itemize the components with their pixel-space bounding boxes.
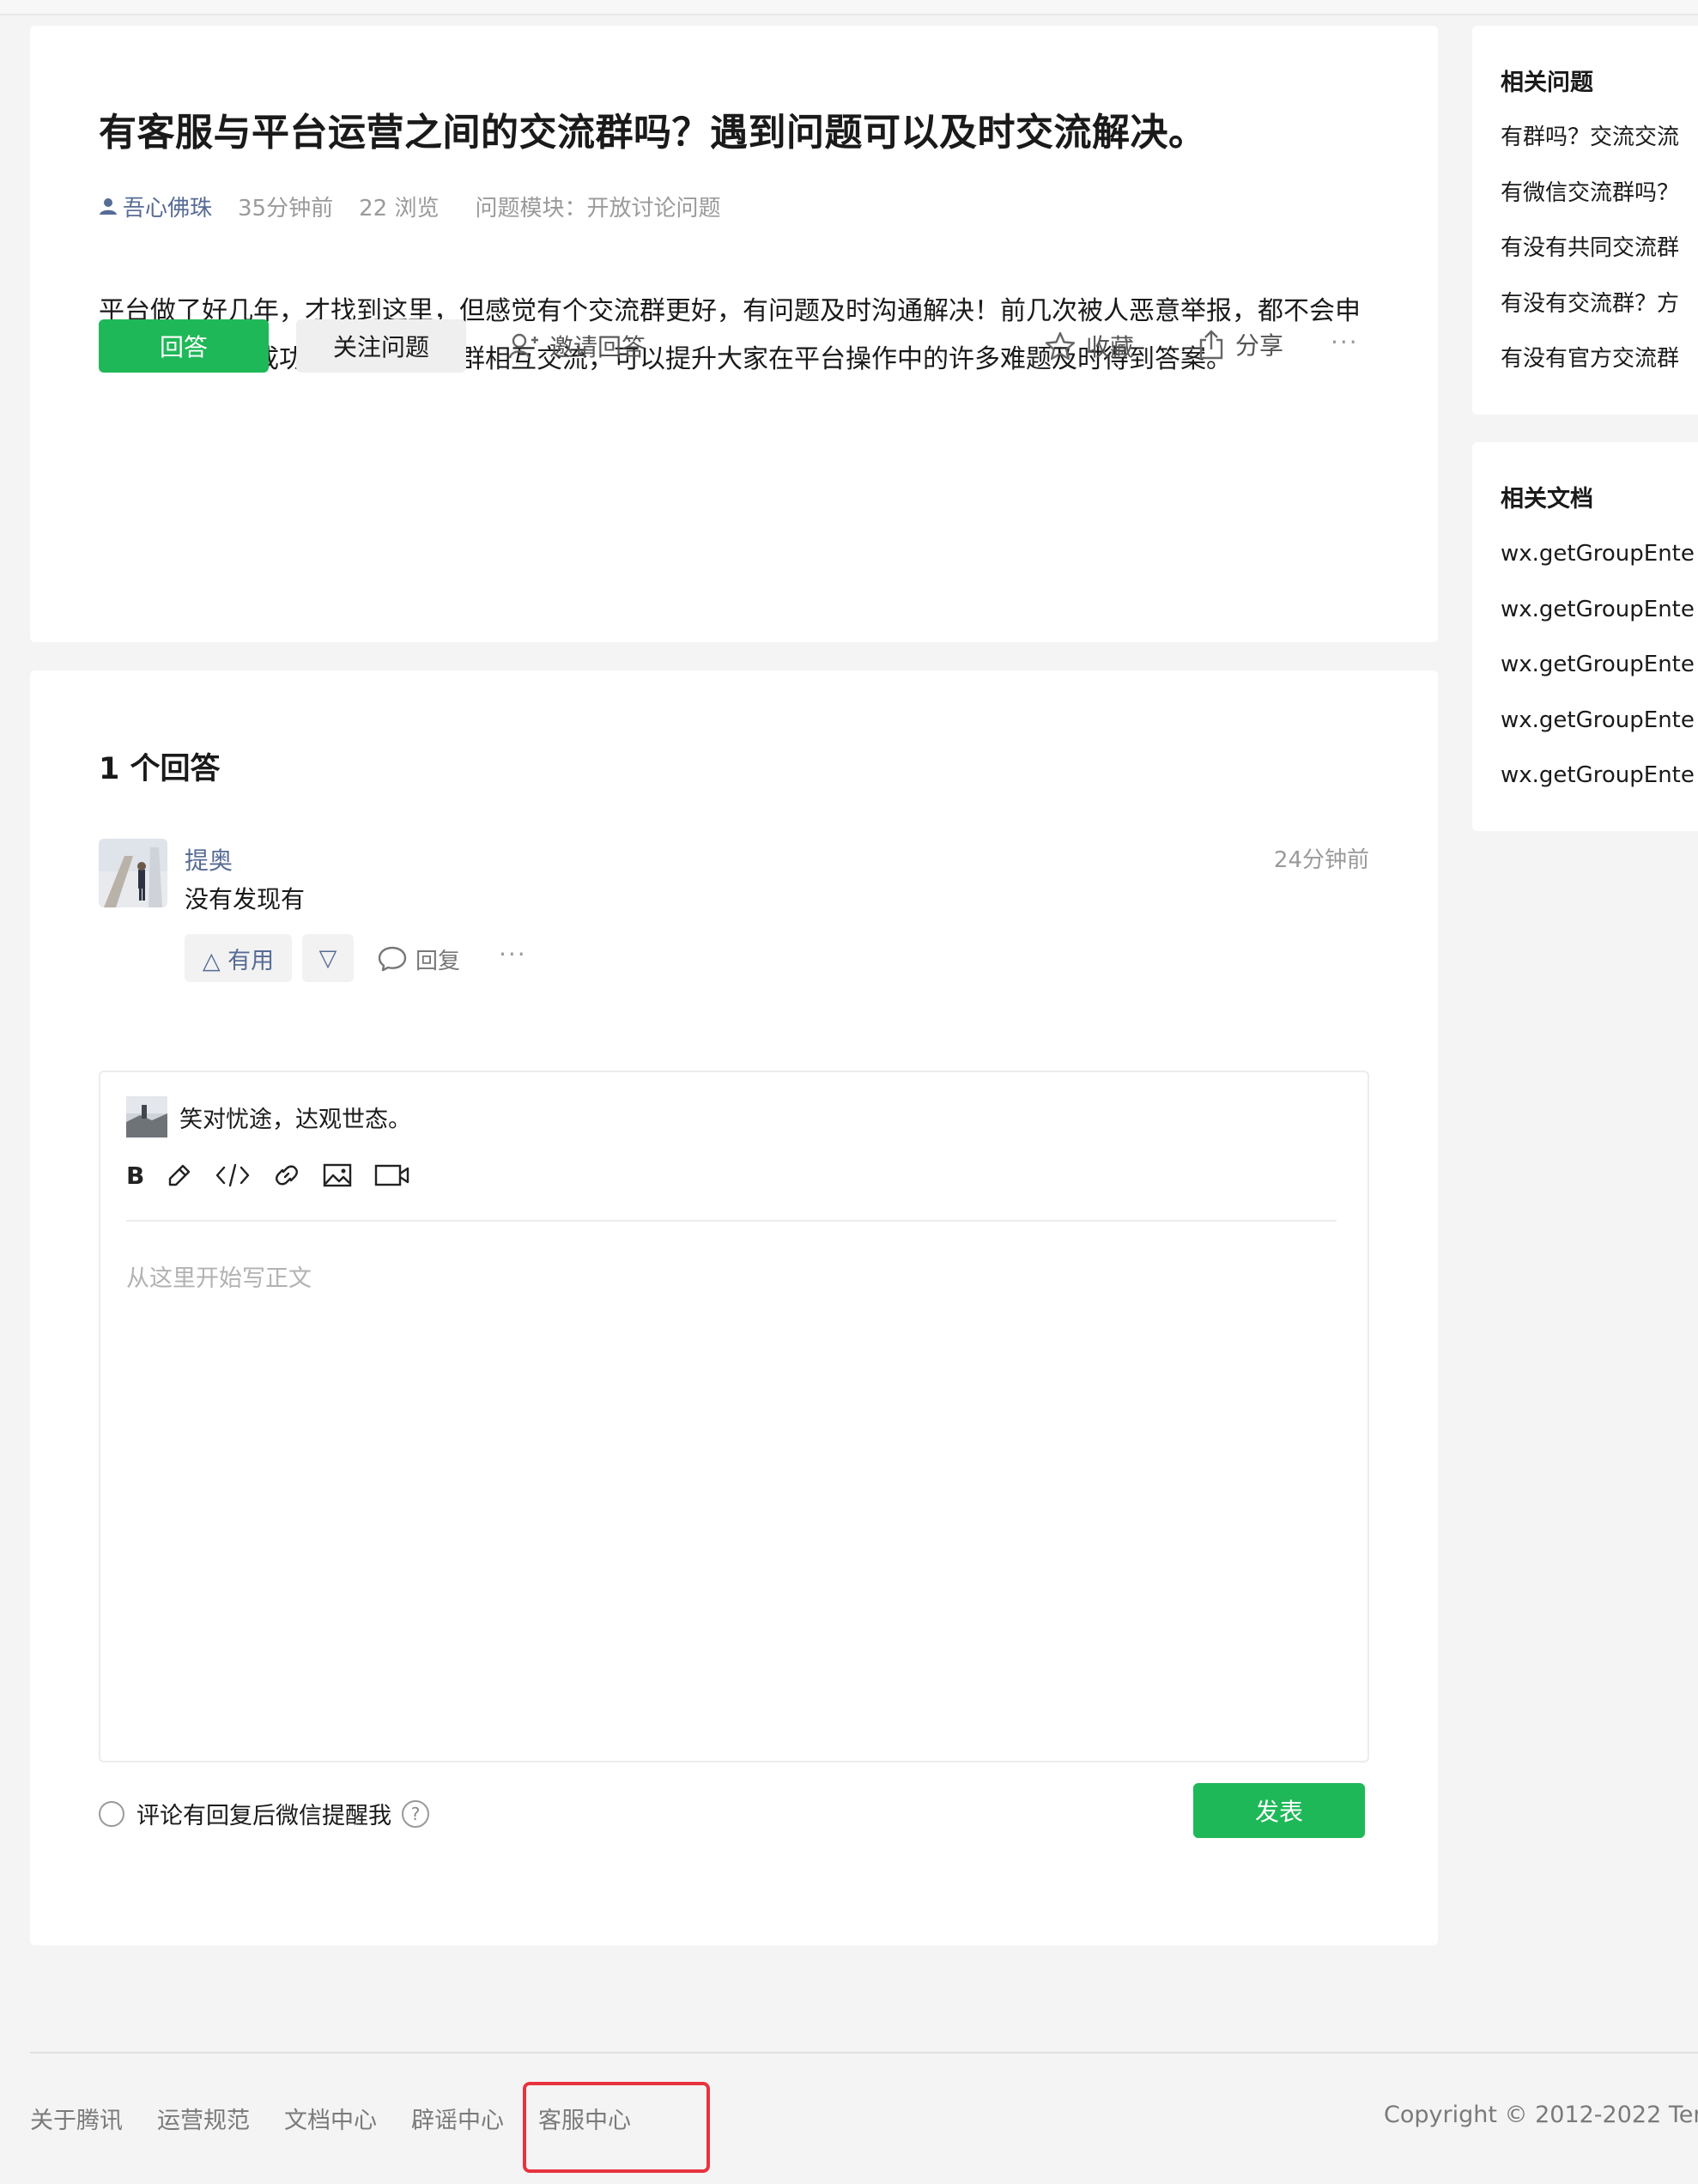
editor-avatar [126, 1096, 167, 1138]
star-icon [1045, 331, 1076, 361]
reply-label: 回复 [415, 948, 461, 974]
editor-placeholder[interactable]: 从这里开始写正文 [126, 1259, 312, 1293]
share-icon [1199, 330, 1223, 360]
invite-user-icon [508, 333, 538, 359]
answers-count: 1 个回答 [99, 752, 221, 786]
footer-link-rumor[interactable]: 辟谣中心 [411, 2102, 504, 2135]
notify-radio[interactable] [99, 1800, 124, 1827]
editor-toolbar: B [126, 1158, 433, 1192]
footer-link-about[interactable]: 关于腾讯 [30, 2102, 123, 2135]
question-card: 有客服与平台运营之间的交流群吗？遇到问题可以及时交流解决。 吾心佛珠 35分钟前… [30, 26, 1438, 642]
link-icon [276, 1165, 299, 1186]
support-link-highlight [523, 2082, 710, 2173]
related-questions-list: 有群吗？交流交流 有微信交流群吗？ 有没有共同交流群 有没有交流群？方 有没有官… [1501, 118, 1679, 396]
related-question-item[interactable]: 有微信交流群吗？ [1501, 174, 1679, 230]
answer-button[interactable]: 回答 [99, 319, 269, 373]
code-button[interactable] [215, 1158, 251, 1192]
question-title: 有客服与平台运营之间的交流群吗？遇到问题可以及时交流解决。 [99, 111, 1207, 155]
editor-user: 笑对忧途，达观世态。 [126, 1096, 411, 1138]
collect-label: 收藏 [1086, 333, 1135, 361]
bold-button[interactable]: B [126, 1158, 144, 1192]
related-questions-card: 相关问题 有群吗？交流交流 有微信交流群吗？ 有没有共同交流群 有没有交流群？方… [1472, 26, 1698, 415]
invite-answer-label: 邀请回答 [549, 333, 646, 361]
image-icon [324, 1163, 352, 1187]
link-button[interactable] [273, 1158, 300, 1192]
related-question-item[interactable]: 有群吗？交流交流 [1501, 118, 1679, 174]
submit-button[interactable]: 发表 [1193, 1783, 1365, 1838]
follow-question-button[interactable]: 关注问题 [296, 319, 466, 373]
related-doc-item[interactable]: wx.getGroupEnte [1501, 646, 1695, 701]
share-button[interactable]: 分享 [1198, 326, 1283, 362]
question-views: 22 浏览 [359, 195, 440, 221]
related-question-item[interactable]: 有没有交流群？方 [1501, 285, 1679, 341]
top-bar [0, 0, 1698, 15]
answer-avatar[interactable] [99, 839, 167, 907]
question-module-label: 问题模块： [475, 195, 587, 221]
reply-button[interactable]: 回复 [378, 942, 460, 976]
footer-link-docs[interactable]: 文档中心 [284, 2102, 377, 2135]
copyright: Copyright © 2012-2022 Ter [1384, 2102, 1698, 2128]
highlight-button[interactable] [167, 1158, 192, 1192]
notify-label: 评论有回复后微信提醒我 [136, 1803, 391, 1829]
comment-icon [378, 946, 407, 972]
image-button[interactable] [323, 1158, 352, 1192]
footer-divider [30, 2052, 1698, 2054]
related-doc-item[interactable]: wx.getGroupEnte [1501, 591, 1695, 646]
editor-divider [126, 1220, 1337, 1222]
question-more-button[interactable]: ··· [1331, 328, 1359, 356]
comment-editor[interactable]: 笑对忧途，达观世态。 B 从这里开始写正文 [99, 1071, 1369, 1762]
question-meta: 吾心佛珠 35分钟前 22 浏览 问题模块： 开放讨论问题 [99, 189, 721, 223]
code-icon [216, 1163, 250, 1187]
related-docs-title: 相关文档 [1501, 486, 1593, 513]
downvote-button[interactable]: ▽ [302, 934, 354, 982]
invite-answer-button[interactable]: 邀请回答 [508, 328, 646, 364]
question-time: 35分钟前 [238, 195, 334, 221]
question-author[interactable]: 吾心佛珠 [99, 191, 212, 222]
collect-button[interactable]: 收藏 [1045, 328, 1134, 364]
help-icon[interactable]: ? [402, 1799, 429, 1828]
related-doc-item[interactable]: wx.getGroupEnte [1501, 535, 1695, 591]
footer-link-rules[interactable]: 运营规范 [157, 2102, 250, 2135]
pencil-icon [169, 1164, 191, 1186]
answer-user-name[interactable]: 提奥 [185, 842, 233, 877]
related-doc-item[interactable]: wx.getGroupEnte [1501, 701, 1695, 757]
author-name: 吾心佛珠 [123, 195, 213, 221]
related-doc-item[interactable]: wx.getGroupEnte [1501, 756, 1695, 812]
avatar-photo [99, 839, 167, 907]
related-question-item[interactable]: 有没有共同交流群 [1501, 229, 1679, 285]
answers-card: 1 个回答 提奥 24分钟前 没有发现有 △ 有用 ▽ 回复 ··· 笑对忧途，… [30, 670, 1438, 1945]
video-icon [375, 1164, 409, 1186]
wechat-notify-option[interactable]: 评论有回复后微信提醒我 ? [99, 1797, 429, 1830]
video-button[interactable] [374, 1158, 410, 1192]
answer-text: 没有发现有 [185, 885, 306, 913]
user-icon [100, 198, 117, 215]
editor-user-name: 笑对忧途，达观世态。 [179, 1106, 411, 1133]
related-docs-card: 相关文档 wx.getGroupEnte wx.getGroupEnte wx.… [1472, 442, 1698, 831]
question-module-value[interactable]: 开放讨论问题 [586, 191, 720, 222]
related-docs-list: wx.getGroupEnte wx.getGroupEnte wx.getGr… [1501, 535, 1695, 812]
related-question-item[interactable]: 有没有官方交流群 [1501, 340, 1679, 396]
answer-time: 24分钟前 [1273, 847, 1369, 873]
related-questions-title: 相关问题 [1501, 70, 1593, 96]
share-label: 分享 [1235, 331, 1284, 360]
upvote-button[interactable]: △ 有用 [185, 934, 292, 982]
answer-more-button[interactable]: ··· [499, 940, 527, 968]
